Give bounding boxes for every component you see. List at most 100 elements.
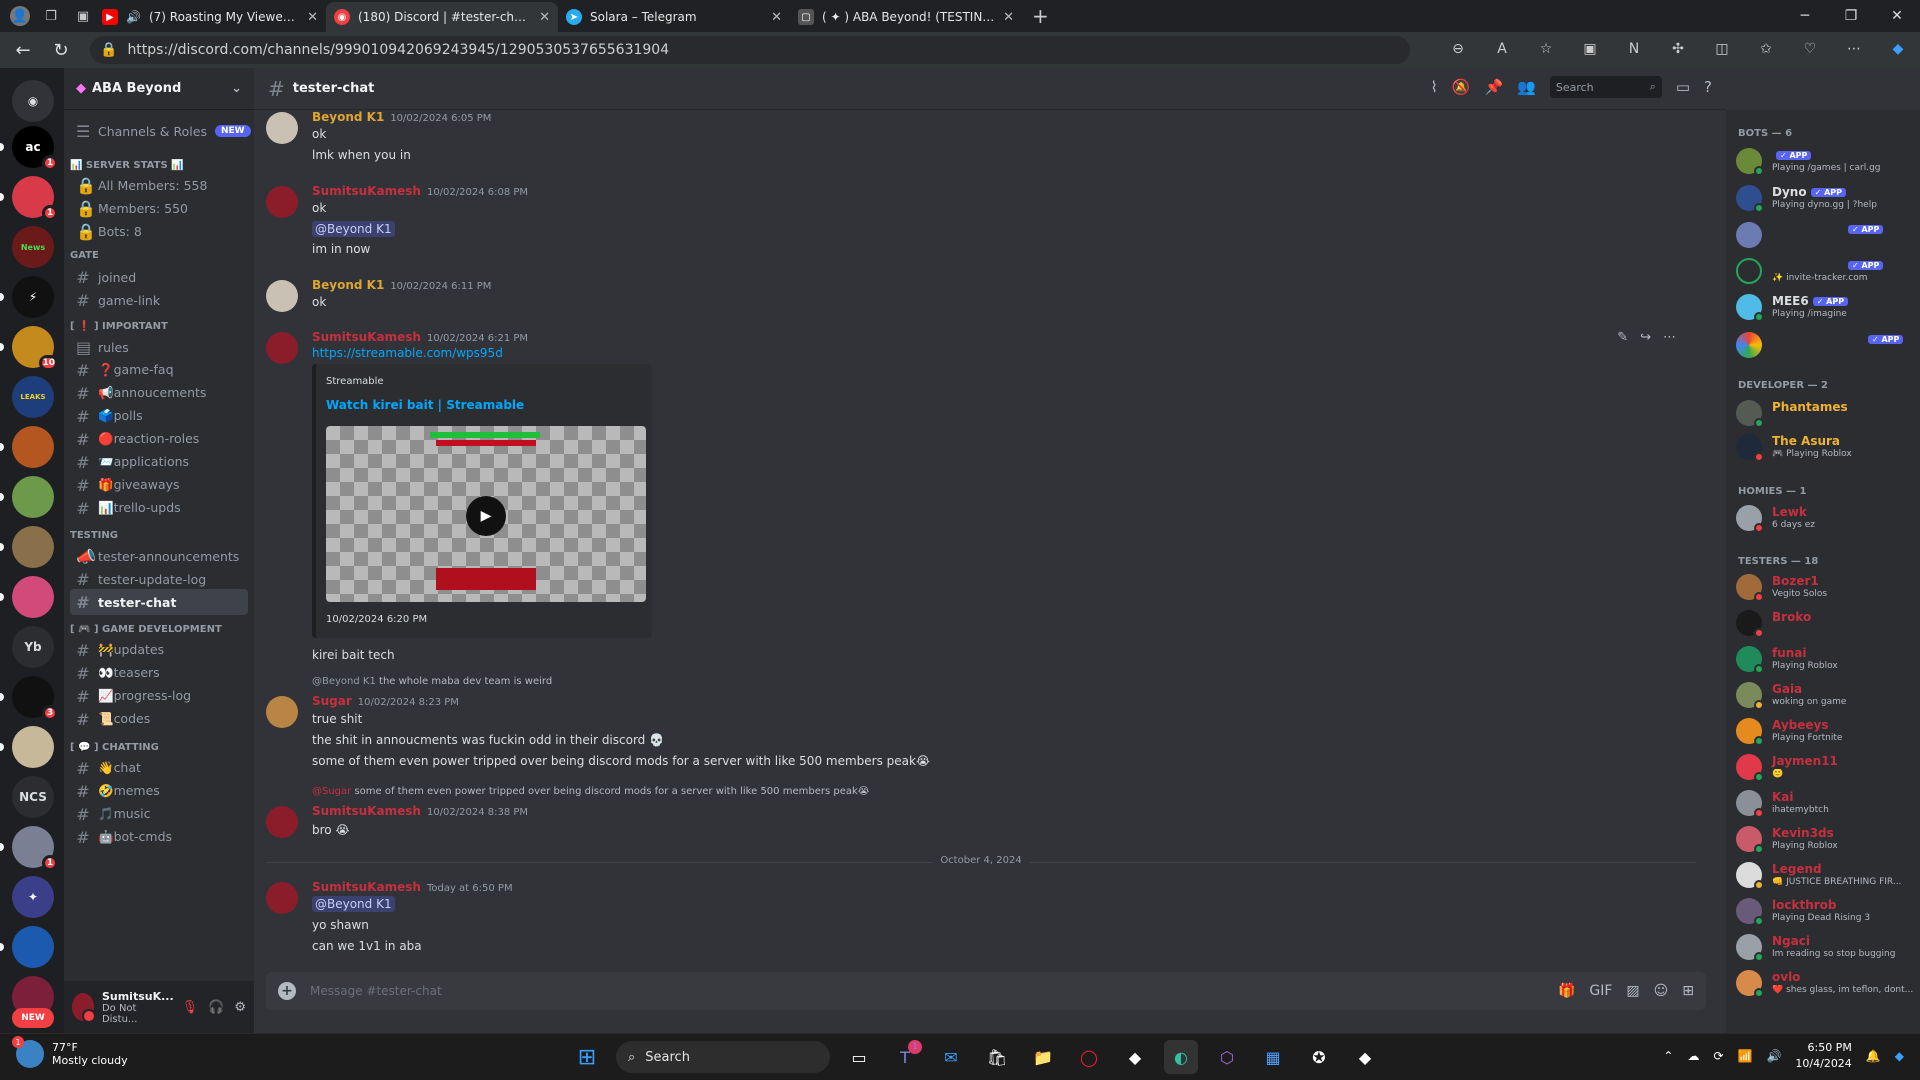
member-item[interactable]: Dyno ✓ APP Playing dyno.gg | ?help — [1736, 183, 1916, 215]
taskbar-search[interactable]: ⌕ Search — [616, 1041, 830, 1073]
copilot-taskbar-icon[interactable]: ◆ — [1895, 1049, 1904, 1063]
server-icon-news[interactable]: News — [12, 226, 54, 268]
avatar[interactable] — [266, 280, 298, 312]
member-list-icon[interactable]: 👥 — [1517, 78, 1536, 96]
browser-essentials-icon[interactable]: ♡ — [1798, 35, 1822, 63]
avatar[interactable] — [72, 993, 96, 1023]
wifi-icon[interactable]: 📶 — [1738, 1049, 1753, 1063]
member-item[interactable]: Ngaci Im reading so stop bugging — [1736, 932, 1916, 964]
roblox-icon[interactable]: ◆ — [1118, 1040, 1152, 1074]
close-tab-icon[interactable]: ✕ — [1003, 10, 1014, 25]
avatar[interactable] — [266, 186, 298, 218]
gift-icon[interactable]: 🎁 — [1558, 983, 1575, 999]
emoji-icon[interactable]: ☺ — [1654, 983, 1669, 999]
member-item[interactable]: MEE6 ✓ APP Playing /imagine — [1736, 292, 1916, 324]
discord-home-icon[interactable]: ◉ — [12, 80, 54, 122]
new-tab-button[interactable]: + — [1032, 4, 1049, 28]
user-info[interactable]: SumitsuK... Do Not Distu... — [102, 990, 174, 1025]
channel-tester-chat[interactable]: # tester-chat — [70, 589, 248, 615]
server-icon-ac[interactable]: ac 1 — [0, 126, 58, 171]
tab-actions-icon[interactable]: ▣ — [72, 5, 94, 27]
server-icon-yb[interactable]: Yb — [12, 626, 54, 668]
inbox-icon[interactable]: ▭ — [1676, 78, 1690, 96]
volume-icon[interactable]: 🔊 — [1766, 1049, 1781, 1063]
favorites-icon[interactable]: ✩ — [1754, 35, 1778, 63]
sync-icon[interactable]: ⟳ — [1713, 1049, 1723, 1063]
member-item[interactable]: Kevin3ds Playing Roblox — [1736, 824, 1916, 856]
zoom-icon[interactable]: ⊖ — [1446, 35, 1470, 63]
attach-plus-icon[interactable]: + — [278, 982, 296, 1000]
member-item[interactable]: Phantames — [1736, 398, 1916, 430]
notifications-bell-icon[interactable]: 🔔 — [1866, 1049, 1881, 1063]
member-item[interactable]: ✓ APP — [1736, 220, 1916, 252]
category-chatting[interactable]: [ 💬 ] CHATTING — [70, 742, 159, 753]
message-author[interactable]: SumitsuKamesh — [312, 184, 421, 198]
speaker-icon[interactable]: 🔊 — [126, 10, 141, 24]
server-icon-new[interactable]: NEW — [12, 1008, 54, 1028]
server-icon-dark[interactable]: 3 — [0, 676, 58, 721]
tab-aba-beyond[interactable]: ▢ ( ✦ ) ABA Beyond! (TESTING ACC ✕ — [790, 2, 1022, 32]
refresh-icon[interactable]: ↻ — [46, 35, 76, 65]
member-item[interactable]: ovlo ❤️ shes glass, im teflon, dont... — [1736, 968, 1916, 1000]
copilot-icon[interactable]: ◆ — [1886, 35, 1910, 63]
extension-icon[interactable]: ▣ — [1578, 35, 1602, 63]
member-item[interactable]: The Asura 🎮 Playing Roblox — [1736, 432, 1916, 464]
minimize-icon[interactable]: ─ — [1782, 0, 1828, 32]
onedrive-icon[interactable]: ☁ — [1687, 1049, 1699, 1063]
user-mention[interactable]: @Beyond K1 — [312, 896, 395, 912]
user-mention[interactable]: @Beyond K1 — [312, 221, 395, 237]
member-item[interactable]: Bozer1 Vegito Solos — [1736, 572, 1916, 604]
more-options-icon[interactable]: ⋯ — [1663, 330, 1676, 345]
microsoft-store-icon[interactable]: 🛍 — [980, 1040, 1014, 1074]
avatar[interactable] — [266, 882, 298, 914]
mail-icon[interactable]: ✉ — [934, 1040, 968, 1074]
member-item[interactable]: Gaia woking on game — [1736, 680, 1916, 712]
restore-icon[interactable]: ❐ — [1828, 0, 1874, 32]
category-game-development[interactable]: [ 🎮 ] GAME DEVELOPMENT — [70, 624, 222, 635]
search-input[interactable]: Search ⌕ — [1549, 76, 1662, 98]
pinned-messages-icon[interactable]: 📌 — [1484, 78, 1503, 96]
windows-start-icon[interactable]: ⊞ — [570, 1040, 604, 1074]
app-fox-icon[interactable]: ⬡ — [1210, 1040, 1244, 1074]
server-icon-star[interactable]: ✦ — [12, 876, 54, 918]
server-icon-green[interactable] — [0, 476, 54, 518]
back-icon[interactable]: ← — [8, 35, 38, 65]
category-important[interactable]: [ ❗ ] IMPORTANT — [70, 321, 168, 332]
message-input[interactable] — [310, 984, 1544, 998]
avatar[interactable] — [266, 806, 298, 838]
channel-game-link[interactable]: # game-link — [70, 287, 248, 313]
video-thumbnail[interactable]: ▶ — [326, 426, 646, 602]
notification-mute-icon[interactable]: 🔕 — [1452, 78, 1471, 96]
member-item[interactable]: ✓ APP — [1736, 330, 1916, 362]
server-icon-anime2[interactable]: 1 — [0, 826, 58, 871]
extension-n-icon[interactable]: N — [1622, 35, 1646, 63]
member-item[interactable]: ✓ APP Playing /games | carl.gg — [1736, 146, 1916, 178]
server-icon-fire[interactable] — [0, 426, 54, 468]
reply-preview[interactable]: @Sugar some of them even power tripped o… — [312, 786, 869, 797]
close-tab-icon[interactable]: ✕ — [539, 10, 550, 25]
message-author[interactable]: Sugar — [312, 694, 352, 708]
message-link[interactable]: https://streamable.com/wps95d — [312, 346, 503, 360]
embed-title-link[interactable]: Watch kirei bait | Streamable — [326, 398, 524, 412]
member-item[interactable]: lockthrob Playing Dead Rising 3 — [1736, 896, 1916, 928]
member-item[interactable]: Jaymen11 🙂 — [1736, 752, 1916, 784]
settings-gear-icon[interactable]: ⚙ — [234, 1000, 246, 1015]
server-header[interactable]: ◆ ABA Beyond ⌄ — [64, 68, 254, 110]
gif-icon[interactable]: GIF — [1589, 983, 1612, 999]
close-window-icon[interactable]: ✕ — [1874, 0, 1920, 32]
message-author[interactable]: Beyond K1 — [312, 110, 384, 124]
read-aloud-icon[interactable]: A — [1490, 35, 1514, 63]
server-icon-pink[interactable] — [0, 576, 54, 618]
tab-telegram[interactable]: ➤ Solara – Telegram ✕ — [558, 2, 790, 32]
apps-icon[interactable]: ⊞ — [1682, 983, 1694, 999]
server-icon-people[interactable] — [0, 526, 54, 568]
stat-channel[interactable]: 🔒 Bots: 8 — [70, 218, 248, 244]
message-author[interactable]: SumitsuKamesh — [312, 804, 421, 818]
extensions-puzzle-icon[interactable]: ✣ — [1666, 35, 1690, 63]
server-icon-slash[interactable]: ⚡ — [0, 276, 54, 318]
help-icon[interactable]: ? — [1704, 78, 1712, 96]
file-explorer-icon[interactable]: 📁 — [1026, 1040, 1060, 1074]
category-testing[interactable]: TESTING — [70, 530, 118, 541]
message-author[interactable]: SumitsuKamesh — [312, 880, 421, 894]
teams-icon[interactable]: T1 — [888, 1040, 922, 1074]
